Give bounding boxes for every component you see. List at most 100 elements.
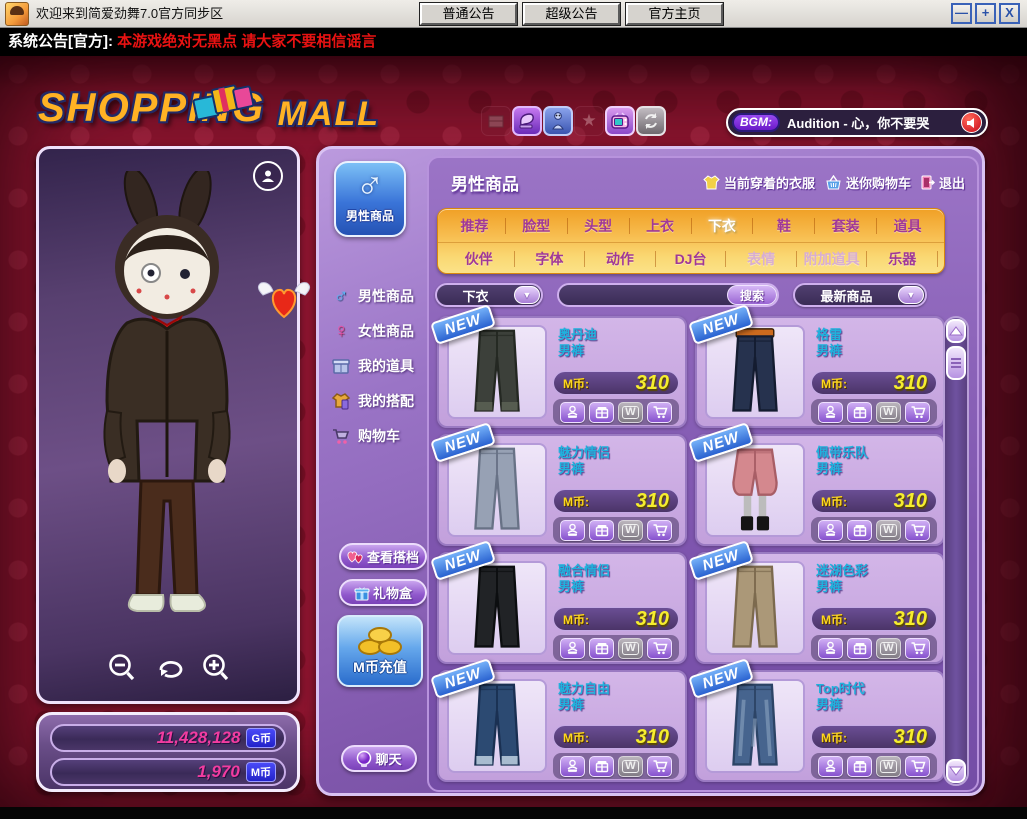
sidebar-item-1[interactable]: ♂男性商品 [329,280,425,312]
tab-推荐[interactable]: 推荐 [444,216,505,236]
close-button[interactable]: X [999,3,1020,24]
currency-label: M币: [821,375,847,392]
wardrobe-w-button: W [618,756,643,777]
product-card: NEW迷湖色彩男裤M币:310W [695,552,945,664]
header-link-1[interactable]: 当前穿着的衣服 [703,173,815,192]
header-link-2[interactable]: 迷你购物车 [825,173,911,192]
buy-cart-button[interactable] [905,520,930,541]
gift-button[interactable] [589,756,614,777]
sidebar-button-2[interactable]: 礼物盒 [339,579,427,606]
wardrobe-w-button: W [876,402,901,423]
product-card: NEW魅力自由男裤M币:310W [437,670,687,782]
speaker-icon[interactable] [961,112,982,133]
product-image[interactable] [705,325,805,419]
product-price: 310 [636,372,669,395]
tab-鞋[interactable]: 鞋 [753,216,814,236]
gift-boxes-icon [188,78,258,124]
titlebar-button-1[interactable]: 普通公告 [420,3,517,25]
wardrobe-w-button: W [618,520,643,541]
gift-button[interactable] [847,520,872,541]
buy-cart-button[interactable] [905,756,930,777]
category-tabs: 推荐脸型头型上衣下衣鞋套装道具 伙伴字体动作DJ台表情附加道具乐器 [437,208,945,274]
star-icon[interactable]: ★ [574,106,604,136]
tryon-button[interactable] [818,756,843,777]
mcoin-recharge-button[interactable]: M币充值 [337,615,423,687]
product-actions: W [811,635,937,661]
tab-表情[interactable]: 表情 [726,249,796,269]
category-dropdown[interactable]: 下衣 ▼ [435,283,543,307]
tryon-button[interactable] [818,402,843,423]
sidebar-item-3[interactable]: 我的道具 [329,350,425,382]
tab-下衣[interactable]: 下衣 [692,216,753,236]
buy-cart-button[interactable] [905,638,930,659]
sidebar-item-4[interactable]: 我的搭配 [329,385,425,417]
product-image[interactable] [447,325,547,419]
sidebar-item-2[interactable]: ♀女性商品 [329,315,425,347]
sidebar-item-5[interactable]: 购物车 [329,420,425,452]
buy-cart-button[interactable] [905,402,930,423]
gift-button[interactable] [589,638,614,659]
tab-DJ台[interactable]: DJ台 [656,249,726,269]
buy-cart-button[interactable] [647,756,672,777]
product-name: 奥丹迪男裤 [558,327,597,359]
scroll-down-button[interactable] [946,759,966,783]
tab-脸型[interactable]: 脸型 [506,216,567,236]
tab-道具[interactable]: 道具 [877,216,938,236]
rotate-button[interactable] [153,652,184,683]
titlebar-button-3[interactable]: 官方主页 [626,3,723,25]
gift-button[interactable] [847,638,872,659]
product-image[interactable] [705,679,805,773]
tv-icon[interactable] [605,106,635,136]
tab-附加道具[interactable]: 附加道具 [797,249,867,269]
tryon-button[interactable] [560,638,585,659]
tryon-button[interactable] [560,402,585,423]
tryon-button[interactable] [818,520,843,541]
scroll-up-button[interactable] [946,319,966,343]
product-image[interactable] [447,561,547,655]
tryon-button[interactable] [560,520,585,541]
gramophone-icon[interactable] [512,106,542,136]
header-link-3[interactable]: 退出 [921,173,965,192]
tab-字体[interactable]: 字体 [515,249,585,269]
crate-icon[interactable] [481,106,511,136]
tab-套装[interactable]: 套装 [815,216,876,236]
tab-伙伴[interactable]: 伙伴 [444,249,514,269]
product-image[interactable] [447,443,547,537]
minimize-button[interactable]: — [951,3,972,24]
zoom-in-button[interactable] [200,652,231,683]
chevron-down-icon[interactable]: ▼ [514,286,540,304]
gift-button[interactable] [589,520,614,541]
male-category-button[interactable]: ♂ 男性商品 [334,161,406,237]
refresh-arrows-icon[interactable] [636,106,666,136]
chat-button[interactable]: 聊天 [341,745,417,772]
tab-动作[interactable]: 动作 [585,249,655,269]
search-button[interactable]: 搜索 [727,285,777,305]
tryon-button[interactable] [818,638,843,659]
gift-button[interactable] [847,402,872,423]
sidebar-button-1[interactable]: 查看搭档 [339,543,427,570]
titlebar-button-2[interactable]: 超级公告 [523,3,620,25]
product-image[interactable] [447,679,547,773]
tab-头型[interactable]: 头型 [568,216,629,236]
gift-button[interactable] [589,402,614,423]
sort-dropdown[interactable]: 最新商品 ▼ [793,283,927,307]
zoom-out-button[interactable] [106,652,137,683]
product-card: NEW融合情侣男裤M币:310W [437,552,687,664]
product-image[interactable] [705,443,805,537]
cart-icon [329,424,353,448]
gift-button[interactable] [847,756,872,777]
scrollbar-thumb[interactable] [946,346,966,380]
maximize-button[interactable]: + [975,3,996,24]
character-preview-panel [36,146,300,704]
buy-cart-button[interactable] [647,402,672,423]
buy-cart-button[interactable] [647,638,672,659]
buy-cart-button[interactable] [647,520,672,541]
tab-乐器[interactable]: 乐器 [867,249,937,269]
product-image[interactable] [705,561,805,655]
chevron-down-icon[interactable]: ▼ [898,286,924,304]
mannequin-icon[interactable] [543,106,573,136]
tab-上衣[interactable]: 上衣 [630,216,691,236]
tryon-button[interactable] [560,756,585,777]
female-icon: ♀ [329,319,353,343]
box-icon [329,354,353,378]
